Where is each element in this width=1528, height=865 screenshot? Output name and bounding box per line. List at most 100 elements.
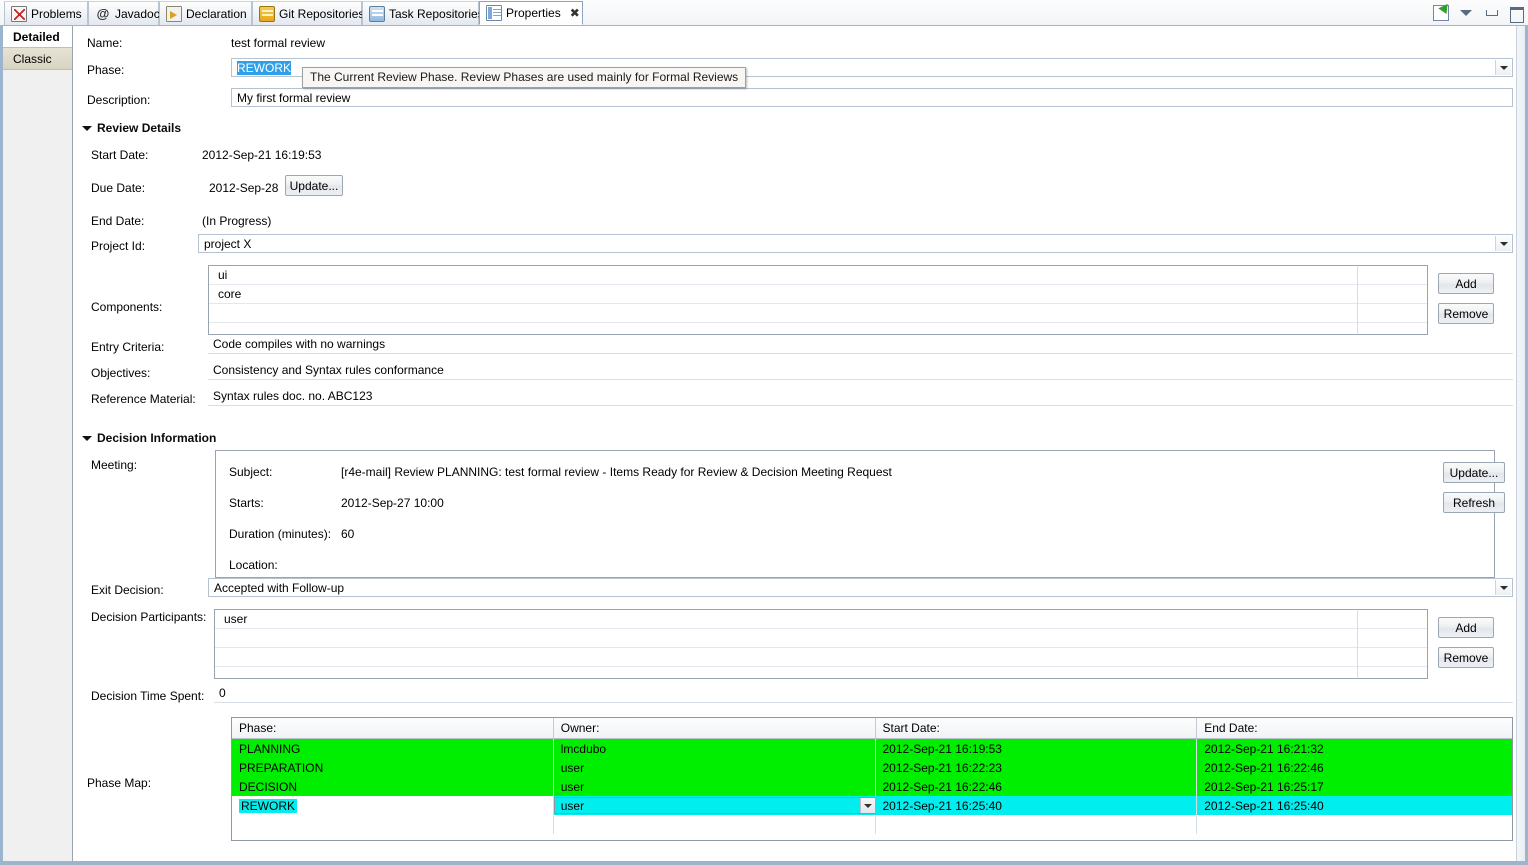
participant-value: user: [224, 612, 248, 626]
participants-remove-label: Remove: [1443, 650, 1489, 665]
tab-properties[interactable]: Properties ✖: [479, 1, 583, 25]
exit-decision-combo[interactable]: Accepted with Follow-up: [208, 578, 1513, 597]
meeting-subject-value: [r4e-mail] Review PLANNING: test formal …: [341, 465, 892, 479]
meeting-label: Meeting:: [91, 458, 138, 472]
decision-time-spent-field[interactable]: 0: [214, 684, 1513, 703]
exit-decision-value: Accepted with Follow-up: [214, 580, 345, 595]
list-item[interactable]: [215, 648, 1427, 667]
components-add-label: Add: [1455, 276, 1477, 291]
view-menu-chevron-icon[interactable]: [1458, 5, 1474, 21]
meeting-refresh-button[interactable]: Refresh: [1443, 492, 1505, 513]
cell-phase: PLANNING: [232, 739, 554, 758]
meeting-refresh-label: Refresh: [1452, 495, 1496, 510]
list-item[interactable]: core: [209, 285, 1427, 304]
participants-remove-button[interactable]: Remove: [1438, 647, 1494, 668]
tab-javadoc[interactable]: @ Javadoc: [88, 1, 160, 25]
git-repositories-icon: [259, 5, 275, 22]
cell-phase: [232, 815, 554, 834]
sidebar-item-classic[interactable]: Classic: [3, 48, 72, 70]
components-list[interactable]: ui core: [208, 265, 1428, 335]
section-review-details[interactable]: Review Details: [82, 121, 181, 135]
project-id-combo[interactable]: project X: [198, 234, 1513, 253]
table-row[interactable]: PREPARATION user 2012-Sep-21 16:22:23 20…: [232, 758, 1512, 777]
table-row-current[interactable]: REWORK user 2012-Sep-21 16:25:40 2012-Se…: [232, 796, 1512, 815]
reference-material-label: Reference Material:: [91, 392, 196, 406]
entry-criteria-field[interactable]: Code compiles with no warnings: [208, 335, 1513, 354]
cell-phase: REWORK: [232, 796, 554, 815]
sidebar-item-detailed[interactable]: Detailed: [3, 26, 72, 48]
entry-criteria-value: Code compiles with no warnings: [213, 337, 386, 351]
tab-task-repositories[interactable]: Task Repositories: [362, 1, 484, 25]
components-label: Components:: [91, 300, 163, 314]
entry-criteria-label: Entry Criteria:: [91, 340, 165, 354]
maximize-icon[interactable]: [1508, 5, 1524, 23]
column-header-end-date[interactable]: End Date:: [1197, 718, 1512, 738]
chevron-down-icon[interactable]: [1495, 60, 1511, 75]
meeting-starts-value: 2012-Sep-27 10:00: [341, 496, 444, 510]
list-item[interactable]: [215, 667, 1427, 678]
due-date-update-button[interactable]: Update...: [285, 175, 343, 196]
tab-problems[interactable]: Problems: [4, 1, 88, 25]
table-row[interactable]: DECISION user 2012-Sep-21 16:22:46 2012-…: [232, 777, 1512, 796]
meeting-subject-label: Subject:: [229, 465, 273, 479]
list-item[interactable]: user: [215, 610, 1427, 629]
components-remove-button[interactable]: Remove: [1438, 303, 1494, 324]
tab-git-repositories[interactable]: Git Repositories: [252, 1, 364, 25]
section-review-details-label: Review Details: [97, 121, 182, 135]
due-date-value: 2012-Sep-28: [209, 181, 279, 195]
list-item[interactable]: ui: [209, 266, 1427, 285]
components-add-button[interactable]: Add: [1438, 273, 1494, 294]
task-repositories-icon: [369, 5, 385, 22]
decision-participants-label: Decision Participants:: [91, 610, 207, 624]
decision-participants-list[interactable]: user: [214, 609, 1428, 679]
objectives-value: Consistency and Syntax rules conformance: [213, 363, 444, 377]
pin-view-icon[interactable]: [1433, 5, 1449, 21]
table-row[interactable]: PLANNING lmcdubo 2012-Sep-21 16:19:53 20…: [232, 739, 1512, 758]
cell-start-date: [876, 815, 1198, 834]
reference-material-value: Syntax rules doc. no. ABC123: [213, 389, 373, 403]
due-date-update-label: Update...: [289, 178, 339, 193]
phase-tooltip: The Current Review Phase. Review Phases …: [302, 67, 747, 88]
section-decision-information[interactable]: Decision Information: [82, 431, 216, 445]
meeting-panel: Subject: [r4e-mail] Review PLANNING: tes…: [215, 450, 1495, 578]
cell-owner-value: user: [560, 798, 585, 813]
participants-add-label: Add: [1455, 620, 1477, 635]
cell-owner-editor[interactable]: user: [553, 796, 876, 815]
table-row-empty[interactable]: [232, 815, 1512, 834]
phase-map-label: Phase Map:: [87, 776, 152, 790]
column-header-start-date[interactable]: Start Date:: [876, 718, 1198, 738]
tab-problems-label: Problems: [31, 6, 82, 21]
vertical-scrollbar[interactable]: [1516, 26, 1525, 861]
phase-map-table[interactable]: Phase: Owner: Start Date: End Date: PLAN…: [231, 717, 1513, 841]
description-label: Description:: [87, 93, 151, 107]
phase-label: Phase:: [87, 63, 125, 77]
column-header-phase[interactable]: Phase:: [232, 718, 554, 738]
owner-combo[interactable]: user: [553, 797, 875, 814]
cell-owner: lmcdubo: [554, 739, 876, 758]
minimize-icon[interactable]: [1483, 5, 1499, 21]
start-date-value: 2012-Sep-21 16:19:53: [202, 148, 322, 162]
column-header-owner[interactable]: Owner:: [554, 718, 876, 738]
cell-end-date: [1197, 815, 1512, 834]
list-item[interactable]: [209, 323, 1427, 334]
cell-phase: DECISION: [232, 777, 554, 796]
chevron-down-icon[interactable]: [859, 798, 875, 813]
list-item[interactable]: [215, 629, 1427, 648]
objectives-field[interactable]: Consistency and Syntax rules conformance: [208, 361, 1513, 380]
tab-declaration[interactable]: Declaration: [159, 1, 252, 25]
chevron-down-icon[interactable]: [1495, 580, 1511, 595]
cell-start-date: 2012-Sep-21 16:22:46: [876, 777, 1198, 796]
list-item[interactable]: [209, 304, 1427, 323]
objectives-label: Objectives:: [91, 366, 151, 380]
participants-add-button[interactable]: Add: [1438, 617, 1494, 638]
cell-owner: user: [554, 777, 876, 796]
close-icon[interactable]: ✖: [570, 6, 580, 20]
meeting-update-button[interactable]: Update...: [1443, 462, 1505, 483]
declaration-icon: [166, 5, 182, 22]
reference-material-field[interactable]: Syntax rules doc. no. ABC123: [208, 387, 1513, 406]
description-field[interactable]: My first formal review: [231, 88, 1513, 107]
chevron-down-icon[interactable]: [1495, 236, 1511, 251]
name-value: test formal review: [231, 36, 326, 50]
end-date-value: (In Progress): [202, 214, 272, 228]
cell-end-date: 2012-Sep-21 16:25:17: [1204, 779, 1324, 794]
